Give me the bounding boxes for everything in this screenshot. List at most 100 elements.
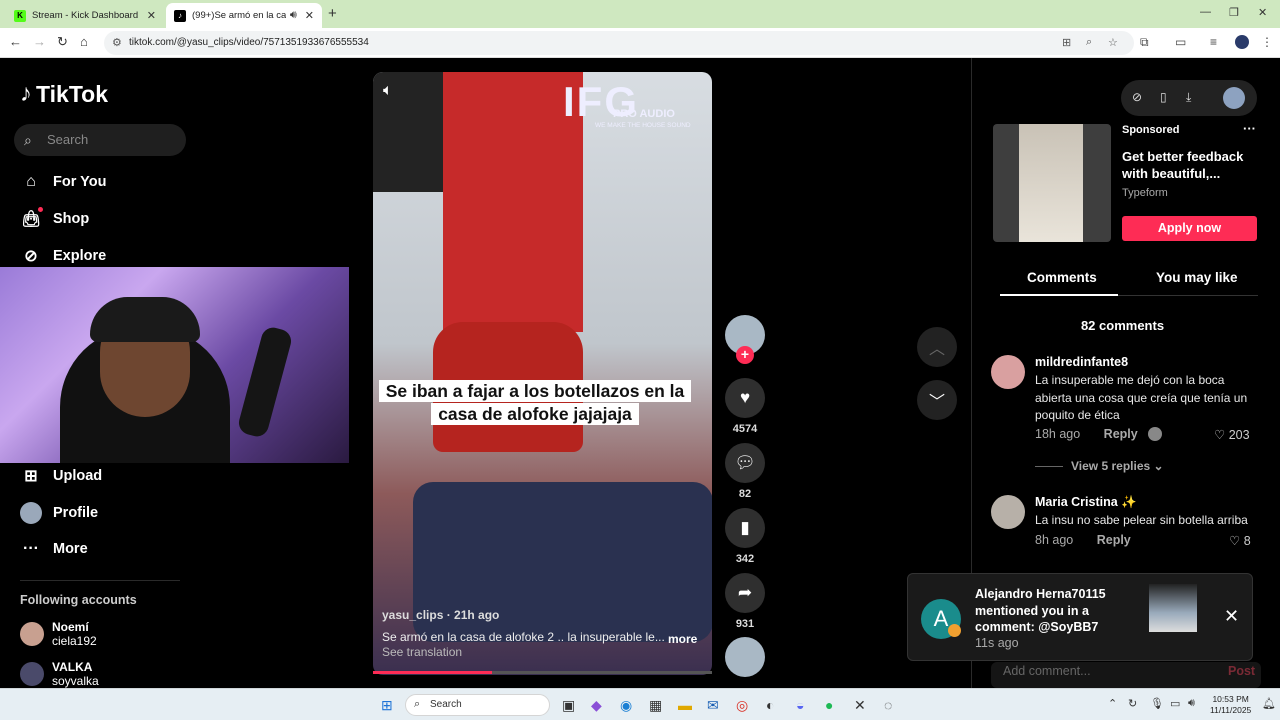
- mic-icon[interactable]: 🎙︎: [1150, 697, 1164, 710]
- close-window-icon[interactable]: ✕: [1258, 6, 1267, 19]
- outlook-icon[interactable]: ✉: [707, 697, 719, 714]
- nav-for-you[interactable]: ⌂ For You: [20, 169, 106, 195]
- tab-tiktok-video[interactable]: ♪ (99+)Se armó en la casa de 🔊︎ ✕: [166, 3, 322, 28]
- save-button[interactable]: ▮ 342: [725, 508, 765, 565]
- reload-icon[interactable]: ↻: [57, 34, 68, 50]
- add-comment-input[interactable]: Add comment... Post: [991, 662, 1261, 688]
- comment-button[interactable]: 💬︎ 82: [725, 443, 765, 500]
- tab-you-may-like[interactable]: You may like: [1156, 270, 1238, 285]
- following-account-item[interactable]: Noemí ciela192: [20, 620, 97, 648]
- task-view-icon[interactable]: ▣: [562, 697, 575, 714]
- close-tab-icon[interactable]: ✕: [147, 9, 156, 22]
- previous-video-button[interactable]: ︿: [917, 327, 957, 367]
- like-button[interactable]: ♥ 4574: [725, 378, 765, 435]
- home-icon: ⌂: [26, 173, 36, 190]
- follow-plus-icon[interactable]: +: [736, 346, 754, 364]
- discord-icon[interactable]: ◒: [796, 697, 804, 713]
- ad-thumbnail[interactable]: [993, 124, 1111, 242]
- nav-label: Profile: [53, 505, 99, 521]
- add-comment-placeholder: Add comment...: [1003, 664, 1091, 678]
- avatar: [20, 622, 44, 646]
- speaker-icon[interactable]: 🔊︎: [290, 9, 297, 22]
- new-tab-icon[interactable]: +: [328, 5, 337, 22]
- extensions-icon[interactable]: ⧉: [1140, 35, 1149, 50]
- app-icon[interactable]: ✕: [854, 697, 866, 714]
- taskbar-search[interactable]: ⌕ Search: [405, 694, 550, 716]
- more-link[interactable]: more: [668, 632, 697, 646]
- network-icon[interactable]: ▭: [1170, 697, 1180, 710]
- comment-author[interactable]: Maria Cristina ✨: [1035, 495, 1137, 510]
- notifications-icon[interactable]: 🔔︎: [1262, 697, 1276, 710]
- tiktok-logo[interactable]: ♪ TikTok: [20, 80, 108, 108]
- avatar[interactable]: [991, 355, 1025, 389]
- compass-icon[interactable]: ⊘: [1132, 90, 1142, 104]
- reply-button[interactable]: Reply: [1104, 427, 1138, 441]
- user-avatar[interactable]: [1223, 87, 1245, 109]
- minimize-icon[interactable]: —: [1200, 6, 1211, 18]
- reply-button[interactable]: Reply: [1097, 533, 1131, 547]
- restore-icon[interactable]: ❐: [1229, 6, 1239, 19]
- close-icon[interactable]: ✕: [1224, 606, 1239, 627]
- install-icon[interactable]: ⊞: [1062, 36, 1071, 49]
- back-icon[interactable]: ←: [9, 34, 22, 49]
- phone-icon[interactable]: ▯: [1160, 90, 1167, 104]
- forward-icon[interactable]: →: [33, 34, 46, 49]
- nav-shop[interactable]: 👜︎ Shop: [20, 206, 89, 232]
- ad-options-icon[interactable]: ···: [1243, 121, 1256, 136]
- see-translation-link[interactable]: See translation: [382, 645, 702, 659]
- tab-comments[interactable]: Comments: [1027, 270, 1097, 285]
- view-replies-button[interactable]: View 5 replies ⌄: [1035, 459, 1164, 473]
- edge-icon[interactable]: ◉: [620, 697, 632, 714]
- avatar[interactable]: [991, 495, 1025, 529]
- tray-chevron-icon[interactable]: ⌃: [1108, 697, 1117, 710]
- spotify-icon[interactable]: ●: [825, 697, 833, 713]
- home-icon[interactable]: ⌂: [80, 34, 88, 49]
- nav-explore[interactable]: ⊘ Explore: [20, 243, 106, 269]
- post-button[interactable]: Post: [1228, 664, 1255, 678]
- browser-tab-bar: K Stream - Kick Dashboard ✕ ♪ (99+)Se ar…: [0, 0, 1280, 28]
- download-icon[interactable]: ⤓: [1186, 90, 1191, 105]
- sound-avatar[interactable]: [725, 637, 765, 677]
- steam-icon[interactable]: ◐: [766, 697, 774, 713]
- comment-count: 82: [738, 488, 752, 500]
- bookmark-star-icon[interactable]: ☆: [1108, 36, 1118, 49]
- next-video-button[interactable]: ﹀: [917, 380, 957, 420]
- nav-profile[interactable]: Profile: [20, 500, 98, 526]
- taskbar-clock[interactable]: 10:53 PM 11/11/2025: [1210, 694, 1251, 716]
- apply-now-button[interactable]: Apply now: [1122, 216, 1257, 241]
- copilot-icon[interactable]: ◆: [591, 697, 602, 714]
- nav-more[interactable]: ··· More: [20, 536, 88, 562]
- more-icon: ···: [23, 540, 39, 557]
- comment-author[interactable]: mildredinfante8: [1035, 355, 1128, 369]
- windows-start-icon[interactable]: ⊞: [381, 697, 393, 714]
- video-player[interactable]: IFG PRO AUDIO WE MAKE THE HOUSE SOUND 🔈︎: [373, 72, 712, 675]
- tab-kick-dashboard[interactable]: K Stream - Kick Dashboard ✕: [6, 3, 164, 28]
- site-info-icon[interactable]: ⚙: [112, 36, 122, 49]
- search-input[interactable]: ⌕ Search: [14, 124, 186, 156]
- chrome-icon[interactable]: ◎: [736, 697, 748, 714]
- volume-icon[interactable]: 🔈︎: [383, 82, 393, 100]
- active-tab-indicator: [1000, 294, 1118, 296]
- folder-icon[interactable]: ▬: [678, 697, 692, 713]
- zoom-icon[interactable]: ⌕: [1086, 36, 1092, 49]
- menu-icon[interactable]: ⋮: [1261, 35, 1273, 49]
- close-tab-icon[interactable]: ✕: [305, 9, 314, 22]
- ad-headline[interactable]: Get better feedback with beautiful,...: [1122, 148, 1252, 182]
- video-progress-bar[interactable]: [373, 671, 712, 674]
- media-icon[interactable]: ≡: [1210, 35, 1217, 49]
- store-icon[interactable]: ▦: [649, 697, 662, 714]
- comment-like[interactable]: ♡ 203: [1214, 427, 1272, 442]
- following-account-item[interactable]: VALKA soyvalka: [20, 660, 99, 688]
- volume-icon[interactable]: 🔊︎: [1188, 697, 1195, 710]
- browser-profile-avatar[interactable]: [1235, 35, 1249, 49]
- video-author[interactable]: yasu_clips · 21h ago: [382, 608, 702, 622]
- obs-icon[interactable]: ◌: [884, 697, 892, 713]
- cast-icon[interactable]: ▭: [1175, 35, 1186, 49]
- sync-icon[interactable]: ↻: [1128, 697, 1137, 710]
- mention-notification[interactable]: A Alejandro Herna70115 mentioned you in …: [907, 573, 1253, 661]
- nav-upload[interactable]: ⊞ Upload: [20, 463, 102, 489]
- comment-like[interactable]: ♡ 8: [1229, 533, 1272, 548]
- address-bar[interactable]: ⚙ tiktok.com/@yasu_clips/video/757135193…: [104, 31, 1134, 55]
- share-button[interactable]: ➦ 931: [725, 573, 765, 630]
- streamer-cap: [90, 297, 200, 342]
